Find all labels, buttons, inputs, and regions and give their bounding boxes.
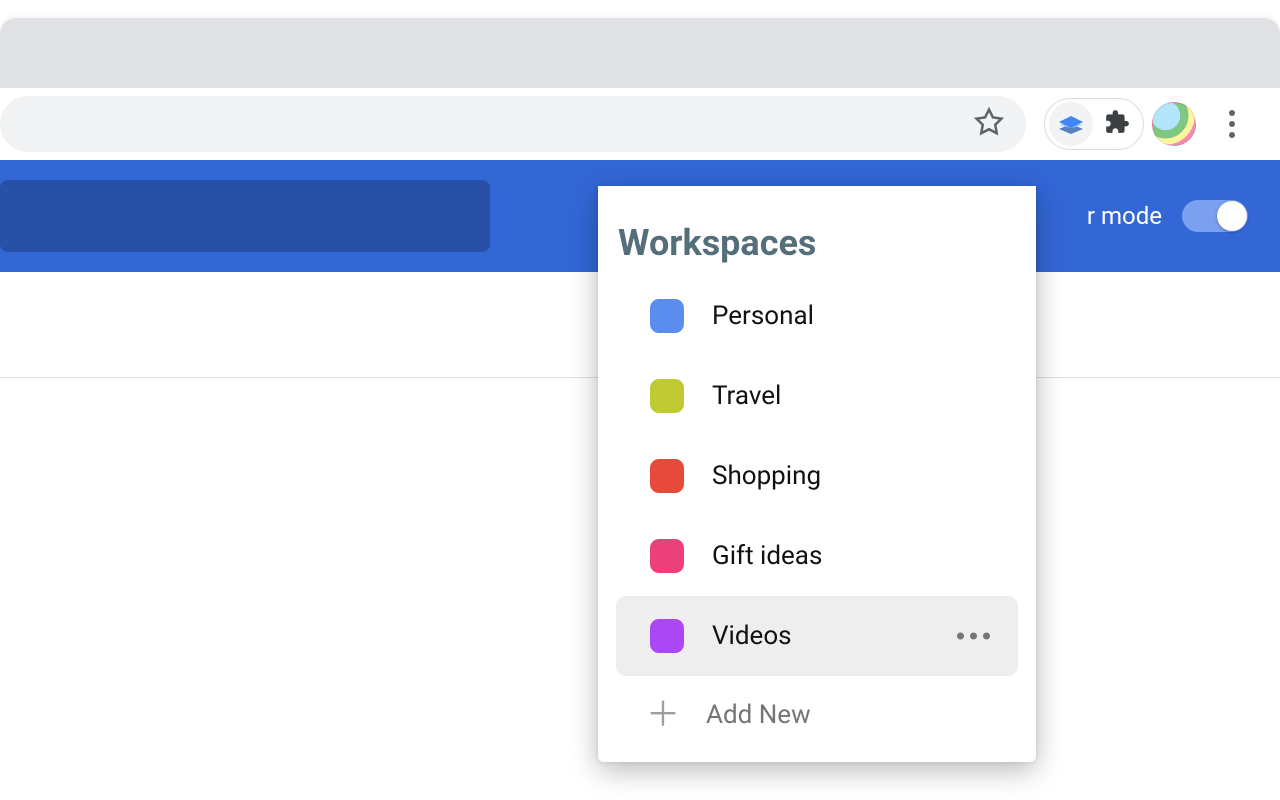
workspace-label: Videos <box>712 621 792 651</box>
workspace-item[interactable]: Personal <box>616 276 1018 356</box>
browser-window: r mode Workspaces Personal Travel Shopping… <box>0 18 1280 800</box>
extensions-search-box[interactable] <box>0 180 490 252</box>
toggle-knob <box>1217 201 1247 231</box>
kebab-menu-button[interactable] <box>1212 110 1252 138</box>
developer-mode-area: r mode <box>1087 200 1248 232</box>
workspace-color-swatch <box>650 459 684 493</box>
workspace-item[interactable]: Travel <box>616 356 1018 436</box>
add-new-workspace[interactable]: ＋ Add New <box>598 676 1036 738</box>
workspace-more-button[interactable] <box>957 633 990 640</box>
workspace-label: Personal <box>712 301 814 331</box>
plus-icon: ＋ <box>646 698 680 732</box>
profile-avatar[interactable] <box>1152 102 1196 146</box>
workspace-label: Gift ideas <box>712 541 822 571</box>
workspace-color-swatch <box>650 379 684 413</box>
puzzle-icon <box>1104 109 1130 139</box>
toolbar <box>0 88 1280 160</box>
workspace-label: Shopping <box>712 461 821 491</box>
extensions-puzzle-button[interactable] <box>1095 102 1139 146</box>
tab-strip <box>0 18 1280 88</box>
workspace-color-swatch <box>650 299 684 333</box>
omnibox[interactable] <box>0 96 1026 152</box>
workspace-item[interactable]: Gift ideas <box>616 516 1018 596</box>
workspace-color-swatch <box>650 619 684 653</box>
workspace-color-swatch <box>650 539 684 573</box>
workspaces-popover: Workspaces Personal Travel Shopping Gift id… <box>598 186 1036 762</box>
workspace-item[interactable]: Videos <box>616 596 1018 676</box>
developer-mode-toggle[interactable] <box>1182 200 1248 232</box>
workspace-label: Travel <box>712 381 781 411</box>
add-new-label: Add New <box>706 700 811 730</box>
bookmark-star-icon[interactable] <box>974 107 1004 141</box>
workspaces-list: Personal Travel Shopping Gift ideas Videos <box>598 276 1036 676</box>
popover-title: Workspaces <box>598 222 1036 276</box>
extensions-group <box>1044 98 1144 150</box>
workspace-item[interactable]: Shopping <box>616 436 1018 516</box>
workspaces-extension-button[interactable] <box>1049 102 1093 146</box>
developer-mode-label-partial: r mode <box>1087 202 1162 230</box>
layers-icon <box>1057 110 1085 138</box>
